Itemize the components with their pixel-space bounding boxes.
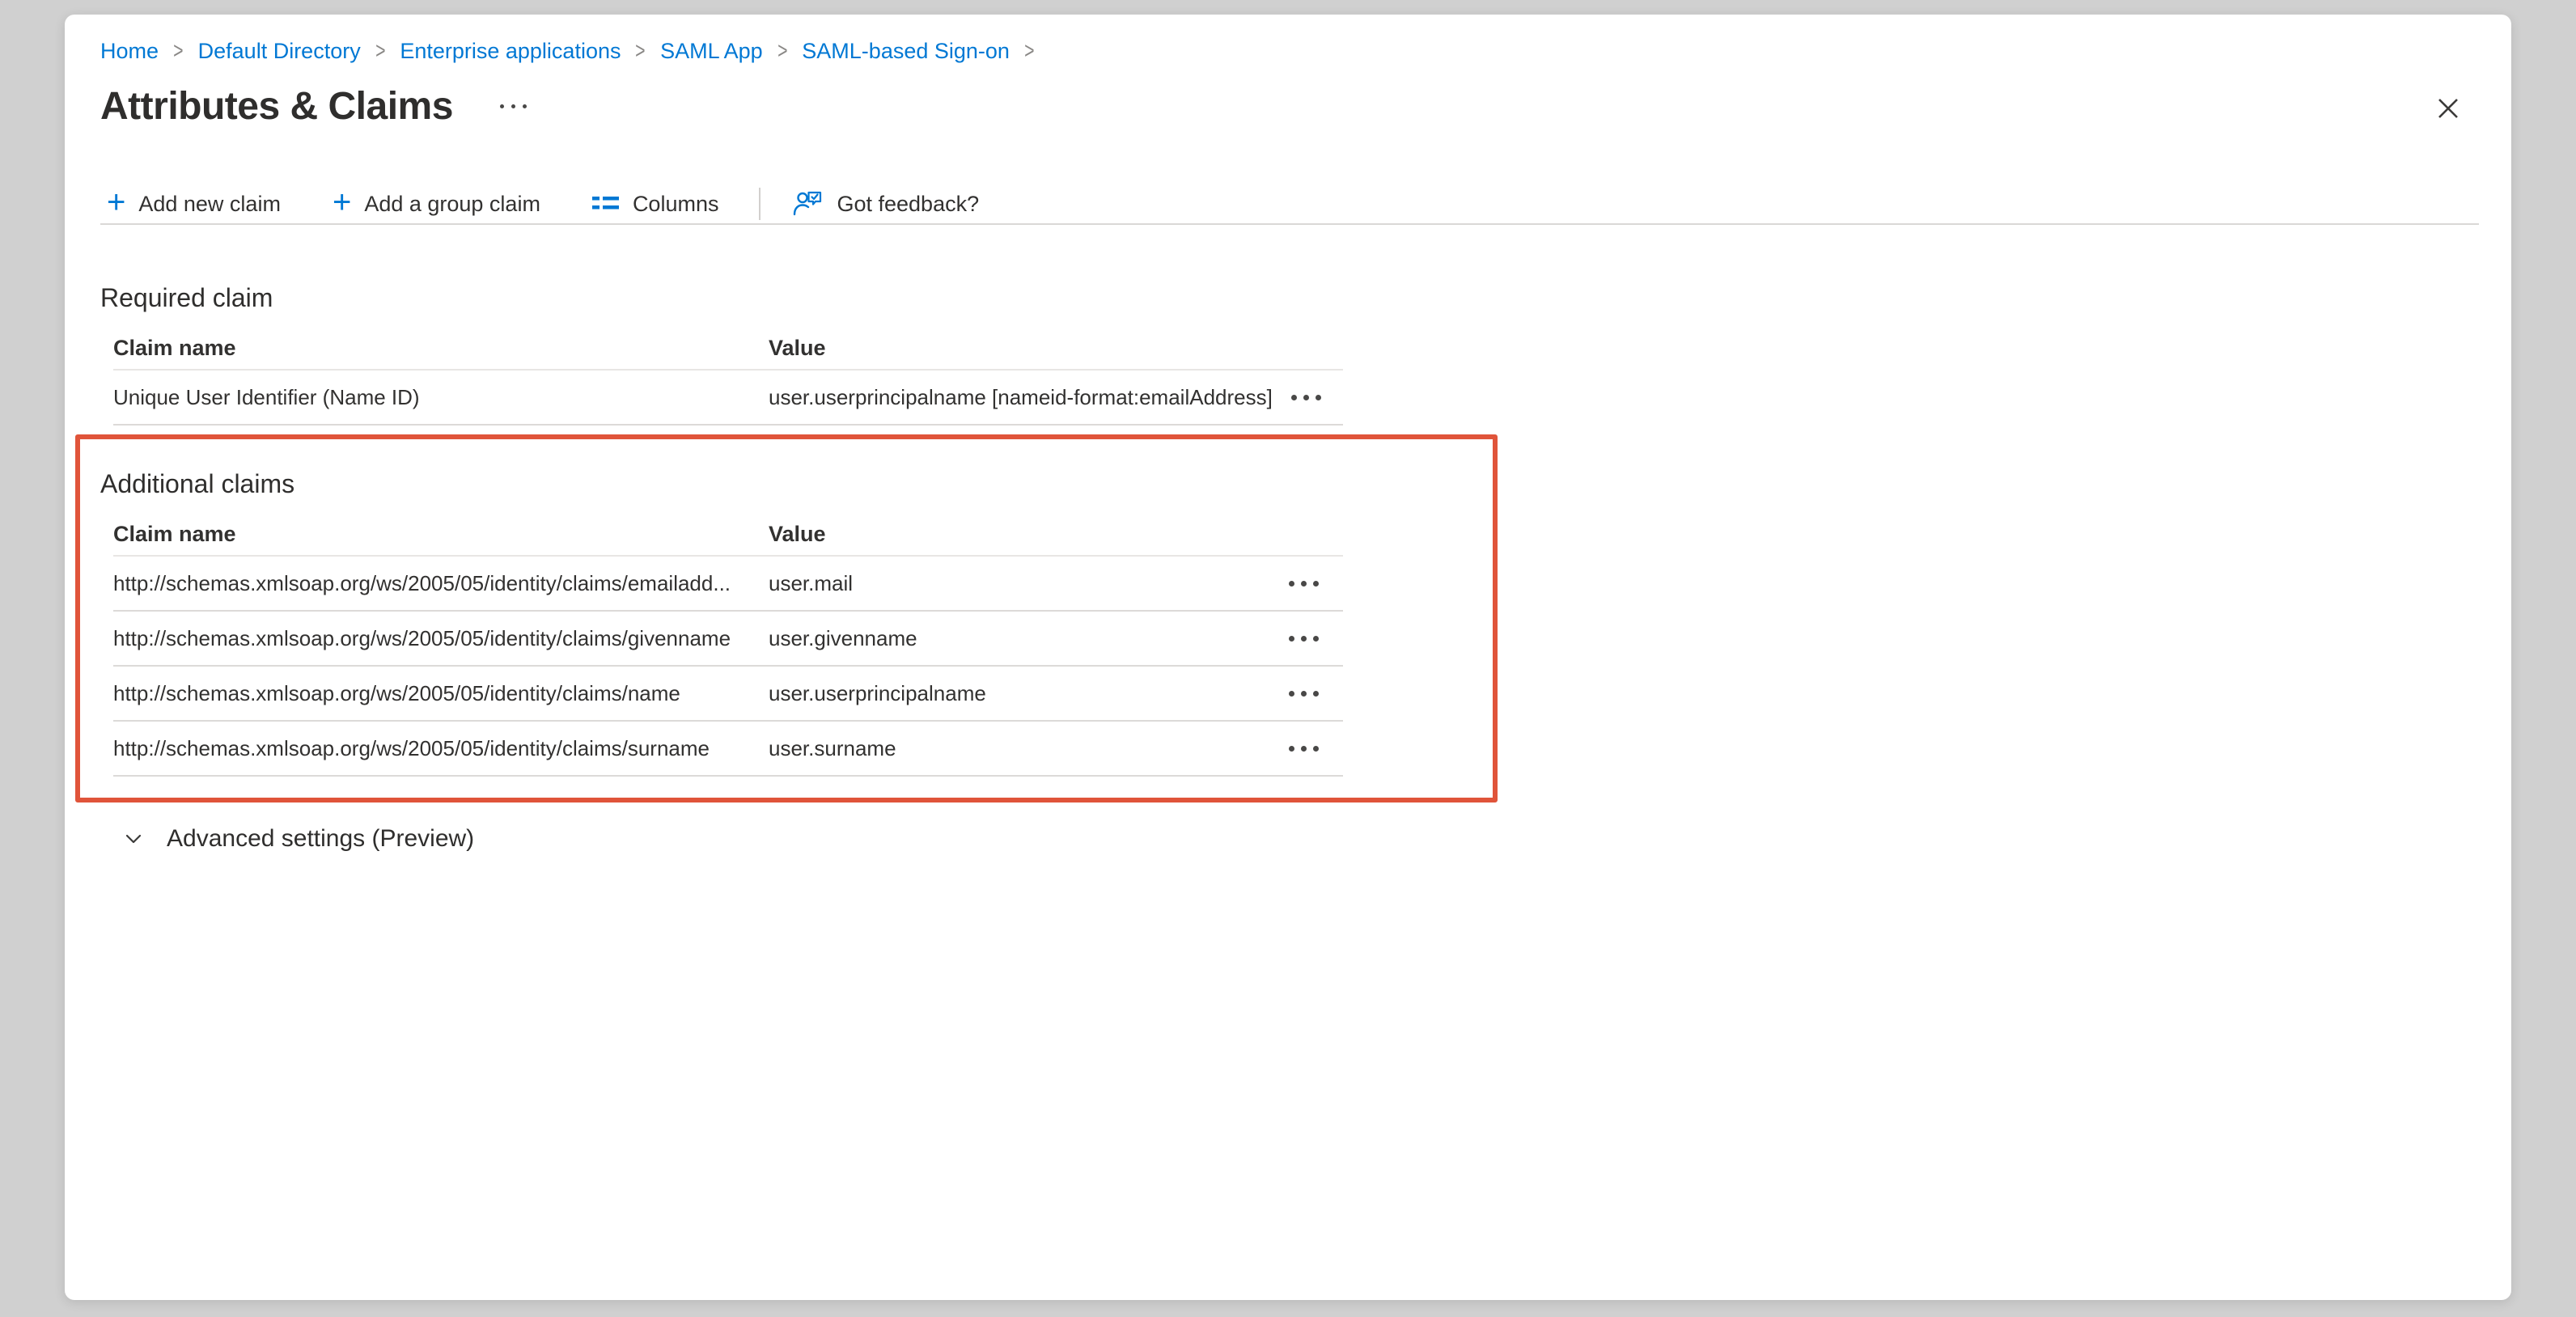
claim-name-cell: http://schemas.xmlsoap.org/ws/2005/05/id… (113, 681, 769, 706)
columns-icon (592, 193, 620, 214)
close-icon (2433, 93, 2464, 124)
row-actions-button[interactable] (1282, 735, 1343, 763)
column-header-claim-name: Claim name (113, 336, 769, 361)
breadcrumb-link-saml-based-sign-on[interactable]: SAML-based Sign-on (802, 39, 1010, 64)
claim-value-cell: user.userprincipalname [nameid-format:em… (769, 385, 1273, 410)
ellipsis-icon (1289, 691, 1294, 697)
toolbar-divider (100, 223, 2479, 225)
ellipsis-icon (1289, 581, 1294, 587)
page-background: Home > Default Directory > Enterprise ap… (0, 0, 2576, 1317)
column-header-claim-name: Claim name (113, 522, 769, 547)
column-header-value: Value (769, 336, 1270, 361)
attributes-claims-panel: Home > Default Directory > Enterprise ap… (65, 15, 2511, 1300)
claim-name-cell: http://schemas.xmlsoap.org/ws/2005/05/id… (113, 736, 769, 761)
title-context-menu-button[interactable] (495, 96, 532, 116)
table-row[interactable]: http://schemas.xmlsoap.org/ws/2005/05/id… (113, 557, 1343, 612)
advanced-settings-toggle[interactable]: Advanced settings (Preview) (115, 820, 481, 858)
feedback-icon (791, 188, 824, 220)
add-group-claim-label: Add a group claim (364, 192, 540, 217)
additional-claims-section-title: Additional claims (100, 469, 294, 499)
table-row[interactable]: http://schemas.xmlsoap.org/ws/2005/05/id… (113, 612, 1343, 667)
ellipsis-icon (1291, 395, 1297, 400)
ellipsis-icon (1289, 746, 1294, 752)
close-button[interactable] (2429, 89, 2468, 128)
breadcrumb-link-saml-app[interactable]: SAML App (660, 39, 763, 64)
breadcrumb-link-default-directory[interactable]: Default Directory (198, 39, 361, 64)
required-claim-section-title: Required claim (100, 283, 273, 313)
toolbar-separator (759, 188, 761, 220)
columns-button[interactable]: Columns (589, 187, 722, 222)
add-new-claim-label: Add new claim (138, 192, 281, 217)
row-actions-button[interactable] (1282, 570, 1343, 598)
ellipsis-icon (500, 104, 504, 108)
command-bar: + Add new claim + Add a group claim Colu… (104, 183, 982, 225)
add-new-claim-button[interactable]: + Add new claim (104, 187, 284, 222)
row-actions-button[interactable] (1285, 383, 1345, 412)
table-row[interactable]: http://schemas.xmlsoap.org/ws/2005/05/id… (113, 667, 1343, 722)
advanced-settings-label: Advanced settings (Preview) (167, 825, 474, 853)
breadcrumb-separator: > (777, 38, 787, 65)
required-claim-table: Claim name Value Unique User Identifier … (113, 327, 1343, 426)
claim-value-cell: user.givenname (769, 626, 1270, 651)
table-row[interactable]: Unique User Identifier (Name ID) user.us… (113, 371, 1343, 426)
plus-icon: + (107, 190, 125, 214)
title-row: Attributes & Claims (100, 84, 532, 129)
breadcrumb-separator: > (375, 38, 385, 65)
claim-name-cell: http://schemas.xmlsoap.org/ws/2005/05/id… (113, 626, 769, 651)
page-title: Attributes & Claims (100, 84, 453, 129)
breadcrumb-link-enterprise-applications[interactable]: Enterprise applications (400, 39, 621, 64)
column-header-value: Value (769, 522, 1270, 547)
breadcrumb-separator: > (636, 38, 646, 65)
table-row[interactable]: http://schemas.xmlsoap.org/ws/2005/05/id… (113, 722, 1343, 777)
claim-value-cell: user.mail (769, 571, 1270, 596)
ellipsis-icon (1289, 636, 1294, 642)
claim-value-cell: user.userprincipalname (769, 681, 1270, 706)
breadcrumb-link-home[interactable]: Home (100, 39, 159, 64)
chevron-down-icon (121, 827, 146, 851)
add-group-claim-button[interactable]: + Add a group claim (329, 187, 544, 222)
row-actions-button[interactable] (1282, 625, 1343, 653)
breadcrumb-separator: > (173, 38, 183, 65)
table-header-row: Claim name Value (113, 327, 1343, 371)
claim-name-cell: Unique User Identifier (Name ID) (113, 385, 769, 410)
columns-label: Columns (633, 192, 719, 217)
table-header-row: Claim name Value (113, 513, 1343, 557)
row-actions-button[interactable] (1282, 680, 1343, 708)
got-feedback-button[interactable]: Got feedback? (788, 183, 982, 225)
claim-name-cell: http://schemas.xmlsoap.org/ws/2005/05/id… (113, 571, 769, 596)
breadcrumb-separator: > (1024, 38, 1034, 65)
plus-icon: + (333, 190, 351, 214)
got-feedback-label: Got feedback? (837, 192, 979, 217)
claim-value-cell: user.surname (769, 736, 1270, 761)
breadcrumb: Home > Default Directory > Enterprise ap… (100, 39, 1049, 64)
additional-claims-table: Claim name Value http://schemas.xmlsoap.… (113, 513, 1343, 777)
